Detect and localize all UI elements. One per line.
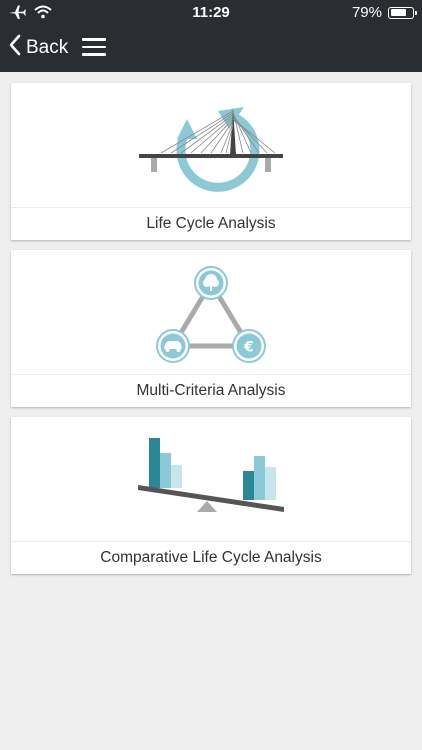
card-divider [11,207,411,208]
back-label: Back [26,37,69,58]
card-label: Multi-Criteria Analysis [136,382,286,399]
status-bar: 11:29 79% [0,0,422,24]
back-button[interactable]: Back [8,34,68,62]
card-multi-criteria-analysis[interactable]: € Multi-Criteria Analysis [11,250,411,407]
card-divider [11,541,411,542]
balance-bars-illustration [11,417,411,541]
card-label: Life Cycle Analysis [146,215,276,232]
criteria-triangle-illustration: € [11,250,411,374]
hamburger-menu-icon[interactable] [82,37,106,57]
card-comparative-life-cycle-analysis[interactable]: Comparative Life Cycle Analysis [11,417,411,574]
card-life-cycle-analysis[interactable]: Life Cycle Analysis [11,83,411,240]
nav-row: Back [0,28,422,68]
bridge-cycle-illustration [11,83,411,207]
chevron-left-icon [8,34,22,62]
card-label: Comparative Life Cycle Analysis [100,549,322,566]
battery-icon [388,6,417,19]
card-divider [11,374,411,375]
top-bar: 11:29 79% Back [0,0,422,72]
svg-text:€: € [243,340,254,356]
battery-percent: 79% [351,4,382,21]
